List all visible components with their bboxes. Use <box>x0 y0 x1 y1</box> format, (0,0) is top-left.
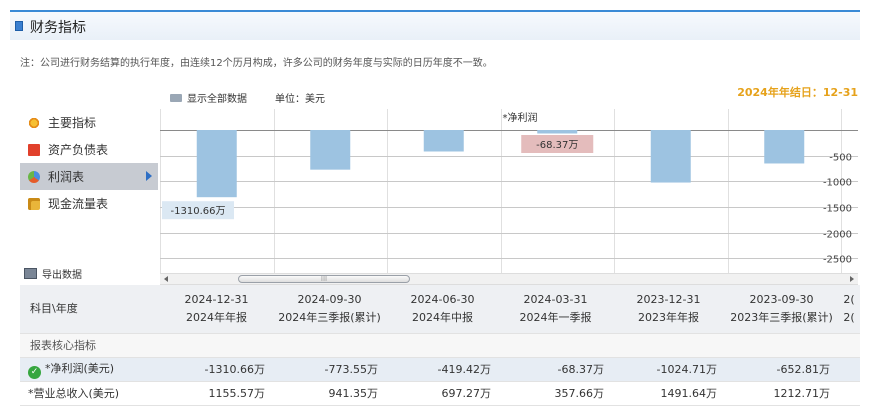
column-date: 2024-03-31 <box>523 292 588 306</box>
column-header[interactable]: 2024-03-31 2024年一季报 <box>499 285 612 334</box>
table-cell: -68.37万 <box>499 357 612 382</box>
statement-menu: 主要指标 资产负债表 利润表 现金流量表 <box>20 109 158 217</box>
column-period: 2024年年报 <box>186 310 247 324</box>
fiscal-year-end: 2024年年结日：12-31 <box>737 86 858 99</box>
table-row[interactable]: *营业总收入(美元) 1155.57万 941.35万 697.27万 357.… <box>20 381 860 406</box>
menu-item-cash-flow[interactable]: 现金流量表 <box>20 190 158 217</box>
export-data-button[interactable]: 导出数据 <box>24 266 82 281</box>
column-date: 2023-12-31 <box>636 292 701 306</box>
column-header[interactable]: 2024-06-30 2024年中报 <box>386 285 499 334</box>
table-cell: 697.27万 <box>386 381 499 406</box>
y-tick-label: -2500 <box>823 255 852 266</box>
unit-label: 单位：美元 <box>275 94 325 105</box>
column-header[interactable]: 2023-09-30 2023年三季报(累计) <box>725 285 838 334</box>
table-cell: 357.66万 <box>499 381 612 406</box>
column-date: 2023-09-30 <box>749 292 814 306</box>
y-tick-label: -1000 <box>823 178 852 189</box>
menu-item-label: 主要指标 <box>48 116 97 130</box>
column-period: 2( <box>843 310 855 324</box>
page-title: 财务指标 <box>30 20 86 36</box>
column-header[interactable]: 2(2( <box>838 285 860 334</box>
menu-item-key-indicators[interactable]: 主要指标 <box>20 109 158 136</box>
table-cell <box>838 381 860 406</box>
scroll-right-icon[interactable] <box>850 276 854 282</box>
y-tick-label: -1500 <box>823 204 852 215</box>
show-all-data-toggle[interactable]: 显示全部数据 <box>170 90 247 105</box>
section-row: 报表核心指标 <box>20 333 860 358</box>
title-bar: 财务指标 <box>10 10 860 40</box>
menu-item-balance-sheet[interactable]: 资产负债表 <box>20 136 158 163</box>
table-cell: -652.81万 <box>725 357 838 382</box>
table-cell: -773.55万 <box>273 357 386 382</box>
column-header[interactable]: 2024-09-30 2024年三季报(累计) <box>273 285 386 334</box>
menu-item-label: 资产负债表 <box>48 143 109 157</box>
y-tick-label: -500 <box>829 153 852 164</box>
column-period: 2023年三季报(累计) <box>730 310 833 324</box>
table-cell: -1024.71万 <box>612 357 725 382</box>
column-date: 2024-06-30 <box>410 292 475 306</box>
chart-bar <box>196 130 237 198</box>
header-first-cell: 科目\年度 <box>20 285 160 334</box>
column-date: 2024-09-30 <box>297 292 362 306</box>
table-cell: 1491.64万 <box>612 381 725 406</box>
menu-item-income-statement[interactable]: 利润表 <box>20 163 158 190</box>
table-row[interactable]: ✓ *净利润(美元) -1310.66万 -773.55万 -419.42万 -6… <box>20 357 860 382</box>
table-cell: -419.42万 <box>386 357 499 382</box>
coins-icon <box>28 197 40 210</box>
chart-bar <box>423 130 464 152</box>
scroll-thumb[interactable]: III <box>238 275 410 283</box>
column-header[interactable]: 2023-12-31 2023年年报 <box>612 285 725 334</box>
financial-table: 科目\年度 2024-12-31 2024年年报 2024-09-30 2024年三… <box>20 285 860 406</box>
y-tick-label: -2000 <box>823 230 852 241</box>
table-cell: -1310.66万 <box>160 357 273 382</box>
row-label: *营业总收入(美元) <box>20 381 160 406</box>
data-label: -68.37万 <box>536 140 578 151</box>
column-period: 2023年年报 <box>638 310 699 324</box>
column-date: 2( <box>843 292 855 306</box>
column-period: 2024年中报 <box>412 310 473 324</box>
menu-item-label: 现金流量表 <box>48 197 109 211</box>
scroll-left-icon[interactable] <box>164 276 168 282</box>
export-icon <box>24 268 37 279</box>
row-label: *净利润(美元) <box>45 361 115 375</box>
chart-bar <box>650 130 691 183</box>
menu-item-label: 利润表 <box>48 170 85 184</box>
active-arrow-icon <box>146 171 152 181</box>
section-label: 报表核心指标 <box>20 333 860 358</box>
chart-title: *净利润 <box>503 111 538 124</box>
row-label-cell: ✓ *净利润(美元) <box>20 357 160 382</box>
fiscal-note: 注：公司进行财务结算的执行年度，由连续12个历月构成，许多公司的财务年度与实际的… <box>20 58 493 69</box>
data-label: -1310.66万 <box>171 206 226 217</box>
table-header-row: 科目\年度 2024-12-31 2024年年报 2024-09-30 2024年三… <box>20 285 860 334</box>
table-cell <box>838 357 860 382</box>
toggle-icon <box>170 93 182 102</box>
check-icon[interactable]: ✓ <box>28 365 41 379</box>
table-cell: 941.35万 <box>273 381 386 406</box>
table-cell: 1212.71万 <box>725 381 838 406</box>
financial-indicators-page: 财务指标 注：公司进行财务结算的执行年度，由连续12个历月构成，许多公司的财务年… <box>0 0 876 420</box>
export-label: 导出数据 <box>42 270 82 281</box>
pie-chart-icon <box>28 116 40 129</box>
column-header[interactable]: 2024-12-31 2024年年报 <box>160 285 273 334</box>
chart-bar <box>764 130 805 164</box>
document-icon <box>28 143 40 156</box>
chart-horizontal-scrollbar[interactable]: III <box>160 273 858 285</box>
show-all-label: 显示全部数据 <box>187 94 247 105</box>
chart-bar <box>537 130 578 134</box>
chart-background <box>160 109 858 273</box>
column-period: 2024年一季报 <box>519 310 592 324</box>
table-cell: 1155.57万 <box>160 381 273 406</box>
ball-icon <box>28 170 40 183</box>
column-date: 2024-12-31 <box>184 292 249 306</box>
chart-bar <box>310 130 351 170</box>
chart-svg: -500 -1000 -1500 -2000 -2500 *净利润 -1310.66万 -68… <box>160 109 858 273</box>
column-period: 2024年三季报(累计) <box>278 310 381 324</box>
title-square-icon <box>15 21 23 31</box>
net-profit-chart: -500 -1000 -1500 -2000 -2500 *净利润 -1310.66万 -68… <box>160 109 858 273</box>
